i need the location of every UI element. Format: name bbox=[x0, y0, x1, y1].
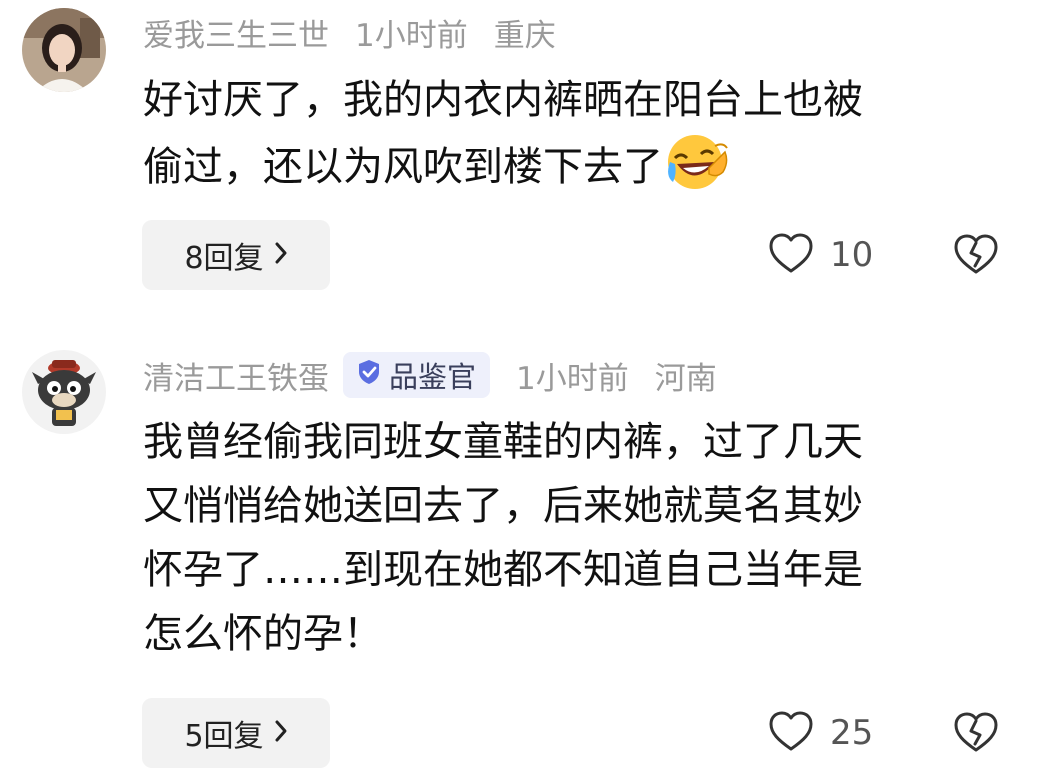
like-count: 25 bbox=[830, 713, 874, 753]
comment-line: 好讨厌了，我的内衣内裤晒在阳台上也被 bbox=[143, 77, 863, 123]
heart-icon bbox=[768, 232, 814, 278]
avatar[interactable] bbox=[22, 8, 106, 92]
user-badge[interactable]: 品鉴官 bbox=[343, 352, 491, 398]
dislike-button[interactable] bbox=[953, 711, 999, 755]
comment-line: 怀孕了……到现在她都不知道自己当年是 bbox=[143, 547, 863, 593]
location: 重庆 bbox=[493, 17, 556, 54]
comment-item: 爱我三生三世 1小时前 重庆 好讨厌了，我的内衣内裤晒在阳台上也被 偷过，还以为… bbox=[0, 0, 1048, 300]
replies-label: 5回复 bbox=[184, 719, 264, 754]
dislike-button[interactable] bbox=[953, 233, 999, 277]
username[interactable]: 清洁工王铁蛋 bbox=[143, 353, 329, 398]
comment-text: 我曾经偷我同班女童鞋的内裤，过了几天 又悄悄给她送回去了，后来她就莫名其妙 怀孕… bbox=[143, 410, 1023, 666]
comment-meta: 清洁工王铁蛋 品鉴官 1小时前 河南 bbox=[143, 352, 717, 398]
comment-meta: 爱我三生三世 1小时前 重庆 bbox=[143, 10, 556, 55]
comment-line: 我曾经偷我同班女童鞋的内裤，过了几天 bbox=[143, 419, 863, 465]
cartoon-wolf-avatar bbox=[22, 350, 106, 434]
timestamp: 1小时前 bbox=[516, 360, 629, 397]
chevron-right-icon bbox=[274, 238, 288, 273]
like-button[interactable]: 25 bbox=[768, 711, 873, 755]
broken-heart-icon bbox=[953, 712, 999, 757]
like-count: 10 bbox=[830, 235, 874, 275]
timestamp: 1小时前 bbox=[355, 17, 468, 54]
avatar[interactable] bbox=[22, 350, 106, 434]
location: 河南 bbox=[654, 360, 717, 397]
badge-label: 品鉴官 bbox=[389, 360, 477, 394]
broken-heart-icon bbox=[953, 234, 999, 279]
comment-line: 偷过，还以为风吹到楼下去了 bbox=[143, 144, 663, 190]
replies-button[interactable]: 5回复 bbox=[142, 698, 330, 768]
verified-shield-icon bbox=[355, 358, 389, 393]
username[interactable]: 爱我三生三世 bbox=[143, 10, 329, 55]
comment-text: 好讨厌了，我的内衣内裤晒在阳台上也被 偷过，还以为风吹到楼下去了 bbox=[143, 68, 1023, 209]
comment-line-with-emoji: 偷过，还以为风吹到楼下去了 bbox=[143, 132, 1023, 209]
comment-line: 又悄悄给她送回去了，后来她就莫名其妙 bbox=[143, 483, 863, 529]
user-avatar-photo bbox=[22, 8, 106, 92]
comment-item: 清洁工王铁蛋 品鉴官 1小时前 河南 我曾经偷我同班女童鞋的内裤，过了几天 又悄… bbox=[0, 330, 1048, 783]
chevron-right-icon bbox=[274, 716, 288, 751]
heart-icon bbox=[768, 710, 814, 756]
comment-line: 怎么怀的孕！ bbox=[143, 611, 383, 657]
replies-button[interactable]: 8回复 bbox=[142, 220, 330, 290]
like-button[interactable]: 10 bbox=[768, 233, 873, 277]
replies-label: 8回复 bbox=[184, 241, 264, 276]
laughing-crying-emoji-icon bbox=[665, 132, 729, 209]
